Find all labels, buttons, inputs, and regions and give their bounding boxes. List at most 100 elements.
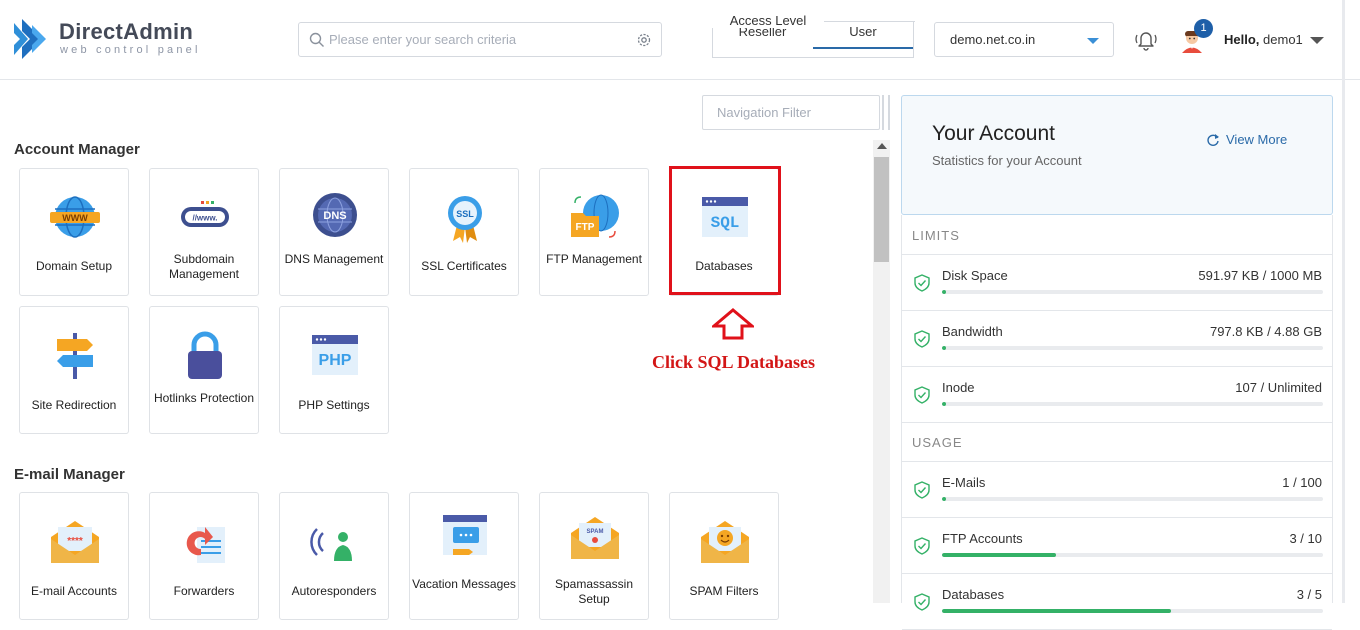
progress-bar bbox=[942, 290, 1323, 294]
view-more-link[interactable]: View More bbox=[1206, 132, 1287, 147]
signpost-icon bbox=[57, 333, 93, 379]
layout-toggle-icon[interactable] bbox=[882, 95, 890, 130]
stat-row-inode: Inode 107 / Unlimited bbox=[902, 367, 1332, 423]
stat-name: E-Mails bbox=[942, 475, 986, 490]
subdomain-text: //www. bbox=[192, 214, 217, 223]
user-greeting[interactable]: Hello, demo1 bbox=[1224, 32, 1303, 47]
navigation-filter[interactable] bbox=[702, 95, 880, 130]
chevron-down-icon bbox=[1087, 38, 1099, 44]
stat-row-emails: E-Mails 1 / 100 bbox=[902, 462, 1332, 518]
ssl-badge-icon: SSL bbox=[448, 196, 482, 243]
tile-email-accounts[interactable]: **** E-mail Accounts bbox=[19, 492, 129, 620]
search-input[interactable] bbox=[329, 24, 629, 55]
stat-row-disk-space: Disk Space 591.97 KB / 1000 MB bbox=[902, 255, 1332, 311]
shield-check-icon bbox=[914, 330, 930, 348]
progress-bar bbox=[942, 553, 1323, 557]
scrollbar-thumb[interactable] bbox=[874, 157, 889, 262]
stat-name: Databases bbox=[942, 587, 1005, 602]
stat-value: 591.97 KB / 1000 MB bbox=[1198, 268, 1322, 283]
forward-icon bbox=[186, 527, 225, 563]
spam-filter-icon bbox=[701, 521, 749, 563]
progress-bar bbox=[942, 609, 1323, 613]
password-text: **** bbox=[67, 536, 83, 547]
stat-value: 3 / 5 bbox=[1296, 587, 1322, 602]
progress-bar bbox=[942, 402, 1323, 406]
domain-select-value: demo.net.co.in bbox=[950, 32, 1036, 47]
dns-globe-icon: DNS bbox=[313, 193, 357, 237]
account-subtitle: Statistics for your Account bbox=[932, 153, 1082, 168]
ftp-text: FTP bbox=[576, 222, 595, 233]
logo-title: DirectAdmin bbox=[59, 19, 194, 44]
progress-fill bbox=[942, 402, 946, 406]
vacation-message-icon bbox=[443, 515, 487, 555]
tile-label: PHP Settings bbox=[298, 398, 370, 412]
bell-icon[interactable] bbox=[1133, 27, 1159, 53]
gear-icon[interactable] bbox=[636, 32, 652, 48]
highlight-box bbox=[669, 166, 781, 295]
logo-subtitle: web control panel bbox=[60, 44, 201, 56]
tile-label: Autoresponders bbox=[291, 584, 377, 598]
stat-value: 107 / Unlimited bbox=[1235, 380, 1322, 395]
tile-subdomain-management[interactable]: //www. Subdomain Management bbox=[149, 168, 259, 296]
tab-user[interactable]: User bbox=[813, 23, 913, 49]
tile-spam-filters[interactable]: SPAM Filters bbox=[669, 492, 779, 620]
ftp-folder-icon: FTP bbox=[571, 194, 619, 238]
php-icon: PHP bbox=[312, 335, 358, 375]
page-scrollbar[interactable] bbox=[1342, 0, 1345, 603]
directadmin-logo[interactable]: DirectAdmin web control panel bbox=[14, 17, 214, 63]
tile-label: DNS Management bbox=[284, 252, 384, 266]
stat-name: FTP Accounts bbox=[942, 531, 1023, 546]
greeting-prefix: Hello, bbox=[1224, 32, 1260, 47]
tile-label: Subdomain Management bbox=[168, 252, 240, 281]
domain-select[interactable]: demo.net.co.in bbox=[934, 22, 1114, 57]
account-title: Your Account bbox=[932, 122, 1055, 145]
progress-fill bbox=[942, 609, 1171, 613]
tile-forwarders[interactable]: Forwarders bbox=[149, 492, 259, 620]
stat-value: 1 / 100 bbox=[1282, 475, 1322, 490]
progress-fill bbox=[942, 553, 1057, 557]
access-level-label: Access Level bbox=[712, 13, 824, 28]
tile-domain-setup[interactable]: WWW Domain Setup bbox=[19, 168, 129, 296]
tile-ftp-management[interactable]: FTP FTP Management bbox=[539, 168, 649, 296]
shield-check-icon bbox=[914, 274, 930, 292]
tile-hotlinks-protection[interactable]: Hotlinks Protection bbox=[149, 306, 259, 434]
stat-row-bandwidth: Bandwidth 797.8 KB / 4.88 GB bbox=[902, 311, 1332, 367]
www-text: WWW bbox=[62, 213, 88, 223]
spam-text: SPAM bbox=[587, 529, 604, 535]
tile-label: Site Redirection bbox=[31, 398, 117, 412]
section-title-email-manager: E-mail Manager bbox=[14, 466, 125, 483]
progress-fill bbox=[942, 290, 946, 294]
shield-check-icon bbox=[914, 481, 930, 499]
user-menu-caret-icon[interactable] bbox=[1310, 37, 1324, 44]
stat-row-databases: Databases 3 / 5 bbox=[902, 574, 1332, 630]
tile-ssl-certificates[interactable]: SSL SSL Certificates bbox=[409, 168, 519, 296]
stat-name: Bandwidth bbox=[942, 324, 1003, 339]
autoresponder-icon bbox=[310, 528, 352, 561]
tile-spamassassin-setup[interactable]: SPAM Spamassassin Setup bbox=[539, 492, 649, 620]
tile-autoresponders[interactable]: Autoresponders bbox=[279, 492, 389, 620]
progress-bar bbox=[942, 346, 1323, 350]
tile-vacation-messages[interactable]: Vacation Messages bbox=[409, 492, 519, 620]
scroll-up-arrow-icon[interactable] bbox=[877, 143, 887, 149]
stat-value: 797.8 KB / 4.88 GB bbox=[1209, 324, 1322, 339]
navigation-filter-input[interactable] bbox=[717, 97, 867, 128]
stat-row-ftp-accounts: FTP Accounts 3 / 10 bbox=[902, 518, 1332, 574]
tile-label: SSL Certificates bbox=[421, 259, 507, 273]
view-more-label: View More bbox=[1226, 132, 1288, 147]
tile-label: Vacation Messages bbox=[412, 577, 516, 591]
progress-fill bbox=[942, 497, 946, 501]
globe-icon: WWW bbox=[50, 196, 100, 238]
tile-php-settings[interactable]: PHP PHP Settings bbox=[279, 306, 389, 434]
email-envelope-icon: **** bbox=[51, 521, 99, 563]
stat-name: Disk Space bbox=[942, 268, 1008, 283]
progress-fill bbox=[942, 346, 946, 350]
search-box[interactable] bbox=[298, 22, 662, 57]
shield-check-icon bbox=[914, 537, 930, 555]
tile-label: Hotlinks Protection bbox=[153, 391, 255, 405]
tile-dns-management[interactable]: DNS DNS Management bbox=[279, 168, 389, 296]
dns-text: DNS bbox=[323, 210, 346, 222]
tile-label: Domain Setup bbox=[35, 259, 113, 273]
shield-check-icon bbox=[914, 386, 930, 404]
arrow-up-icon bbox=[712, 308, 754, 340]
tile-site-redirection[interactable]: Site Redirection bbox=[19, 306, 129, 434]
